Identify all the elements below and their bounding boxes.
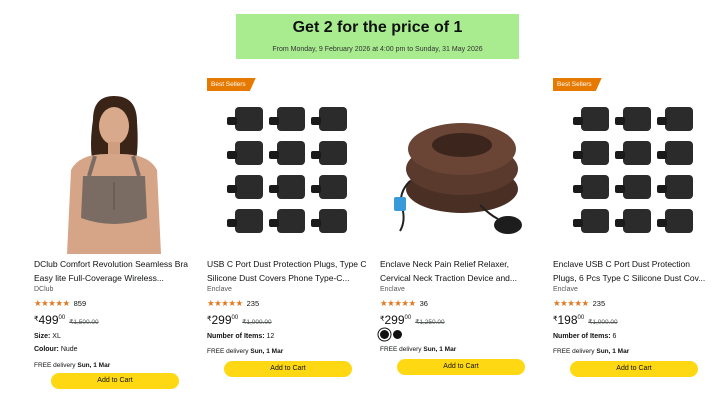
product-rating[interactable]: ★★★★★ 235 <box>207 298 259 309</box>
best-seller-badge: Best Sellers <box>553 78 602 91</box>
promo-banner: Get 2 for the price of 1 From Monday, 9 … <box>236 14 519 59</box>
product-title[interactable]: Enclave USB C Port Dust Protection Plugs… <box>553 257 713 285</box>
price-fraction: 00 <box>577 315 585 321</box>
product-card[interactable]: DClub Comfort Revolution Seamless Bra Ea… <box>34 78 196 398</box>
delivery-prefix: FREE delivery <box>34 362 76 369</box>
product-image[interactable] <box>207 90 367 254</box>
delivery-date: Sun, 1 Mar <box>423 346 457 353</box>
dust-plugs-illustration <box>227 107 347 233</box>
add-to-cart-button[interactable]: Add to Cart <box>570 361 698 377</box>
items-value: 12 <box>266 333 275 340</box>
dust-plugs-illustration <box>573 107 693 233</box>
colour-value: Nude <box>60 346 78 353</box>
woman-bra-illustration <box>49 90 179 254</box>
items-label: Number of Items: <box>553 333 611 340</box>
star-rating-icon: ★★★★★ <box>380 298 416 308</box>
add-to-cart-button[interactable]: Add to Cart <box>51 373 179 389</box>
review-count[interactable]: 36 <box>420 299 428 308</box>
product-title[interactable]: DClub Comfort Revolution Seamless Bra Ea… <box>34 257 194 285</box>
list-price: ₹1,250.00 <box>415 319 445 326</box>
price-whole: 198 <box>557 313 578 327</box>
delivery-info: FREE delivery Sun, 1 Mar <box>207 348 283 355</box>
size-value: XL <box>52 333 61 340</box>
product-brand[interactable]: Enclave <box>553 286 578 293</box>
delivery-prefix: FREE delivery <box>380 346 422 353</box>
review-count[interactable]: 235 <box>247 299 260 308</box>
price-fraction: 00 <box>231 315 239 321</box>
items-value: 6 <box>612 333 617 340</box>
neck-relaxer-illustration <box>394 123 522 234</box>
delivery-prefix: FREE delivery <box>207 348 249 355</box>
items-attribute: Number of Items: 6 <box>553 333 616 340</box>
product-price: ₹ 299 00 ₹1,000.00 <box>207 314 272 326</box>
product-rating[interactable]: ★★★★★ 235 <box>553 298 605 309</box>
product-brand[interactable]: Enclave <box>380 286 405 293</box>
colour-attribute: Colour: Nude <box>34 346 78 353</box>
delivery-info: FREE delivery Sun, 1 Mar <box>380 346 456 353</box>
product-card[interactable]: Enclave Neck Pain Relief Relaxer, Cervic… <box>380 78 542 398</box>
review-count[interactable]: 235 <box>593 299 606 308</box>
product-image[interactable] <box>553 90 713 254</box>
product-rating[interactable]: ★★★★★ 859 <box>34 298 86 309</box>
list-price: ₹1,000.00 <box>588 319 618 326</box>
price-whole: 299 <box>211 313 232 327</box>
add-to-cart-button[interactable]: Add to Cart <box>397 359 525 375</box>
product-price: ₹ 499 00 ₹1,500.00 <box>34 314 99 326</box>
product-price: ₹ 299 00 ₹1,250.00 <box>380 314 445 326</box>
delivery-prefix: FREE delivery <box>553 348 595 355</box>
star-rating-icon: ★★★★★ <box>34 298 70 308</box>
colour-label: Colour: <box>34 346 59 353</box>
product-title[interactable]: Enclave Neck Pain Relief Relaxer, Cervic… <box>380 257 540 285</box>
items-attribute: Number of Items: 12 <box>207 333 274 340</box>
delivery-date: Sun, 1 Mar <box>250 348 284 355</box>
colour-swatch-black[interactable] <box>393 330 402 339</box>
product-title[interactable]: USB C Port Dust Protection Plugs, Type C… <box>207 257 367 285</box>
colour-swatch-black-selected[interactable] <box>380 330 389 339</box>
delivery-info: FREE delivery Sun, 1 Mar <box>553 348 629 355</box>
delivery-date: Sun, 1 Mar <box>596 348 630 355</box>
product-image[interactable] <box>34 90 194 254</box>
review-count[interactable]: 859 <box>74 299 87 308</box>
best-seller-badge: Best Sellers <box>207 78 256 91</box>
price-fraction: 00 <box>404 315 412 321</box>
list-price: ₹1,000.00 <box>242 319 272 326</box>
product-card[interactable]: Best Sellers Enclave USB C Port Dust Pro… <box>553 78 715 398</box>
promo-title: Get 2 for the price of 1 <box>292 19 463 36</box>
size-attribute: Size: XL <box>34 333 61 340</box>
star-rating-icon: ★★★★★ <box>207 298 243 308</box>
colour-swatches <box>380 330 402 339</box>
size-label: Size: <box>34 333 51 340</box>
add-to-cart-button[interactable]: Add to Cart <box>224 361 352 377</box>
product-card[interactable]: Best Sellers USB C Port Dust Protection … <box>207 78 369 398</box>
product-brand[interactable]: Enclave <box>207 286 232 293</box>
product-image[interactable] <box>380 90 540 254</box>
product-rating[interactable]: ★★★★★ 36 <box>380 298 428 309</box>
items-label: Number of Items: <box>207 333 265 340</box>
price-whole: 299 <box>384 313 405 327</box>
delivery-info: FREE delivery Sun, 1 Mar <box>34 362 110 369</box>
price-whole: 499 <box>38 313 59 327</box>
delivery-date: Sun, 1 Mar <box>77 362 111 369</box>
product-brand[interactable]: DClub <box>34 286 53 293</box>
star-rating-icon: ★★★★★ <box>553 298 589 308</box>
list-price: ₹1,500.00 <box>69 319 99 326</box>
product-price: ₹ 198 00 ₹1,000.00 <box>553 314 618 326</box>
promo-subtitle: From Monday, 9 February 2026 at 4:00 pm … <box>272 46 483 53</box>
price-fraction: 00 <box>58 315 66 321</box>
